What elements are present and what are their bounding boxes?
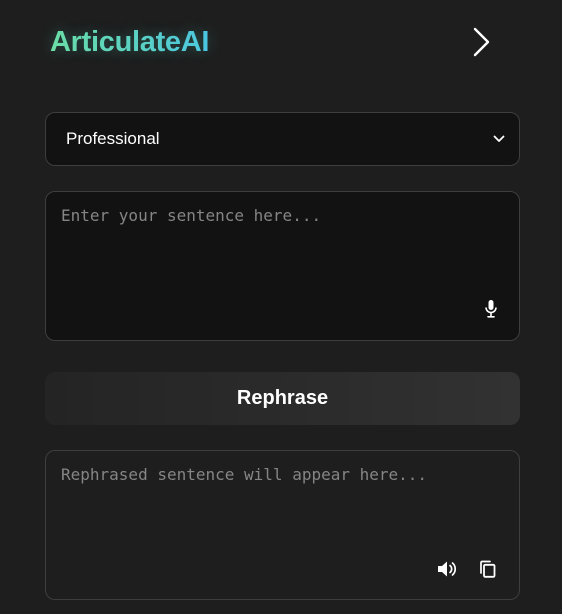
rephrase-button[interactable]: Rephrase xyxy=(45,372,520,425)
chevron-right-icon xyxy=(473,27,490,57)
sentence-input-box xyxy=(45,191,520,341)
output-box: Rephrased sentence will appear here... xyxy=(45,450,520,600)
output-placeholder: Rephrased sentence will appear here... xyxy=(61,465,428,484)
speak-button[interactable] xyxy=(436,559,458,579)
tone-select[interactable]: Professional xyxy=(45,112,520,166)
speaker-icon xyxy=(438,561,457,577)
articulate-panel: ArticulateAI Professional Rephrase Rephr… xyxy=(0,0,562,614)
copy-button[interactable] xyxy=(477,559,497,579)
sentence-input[interactable] xyxy=(61,206,481,286)
collapse-button[interactable] xyxy=(465,22,497,62)
copy-icon xyxy=(480,560,496,578)
microphone-button[interactable] xyxy=(482,298,500,320)
tone-select-value: Professional xyxy=(66,129,160,148)
header: ArticulateAI xyxy=(50,22,502,62)
app-title: ArticulateAI xyxy=(50,22,209,62)
chevron-down-icon xyxy=(491,131,507,147)
microphone-icon xyxy=(485,300,497,318)
